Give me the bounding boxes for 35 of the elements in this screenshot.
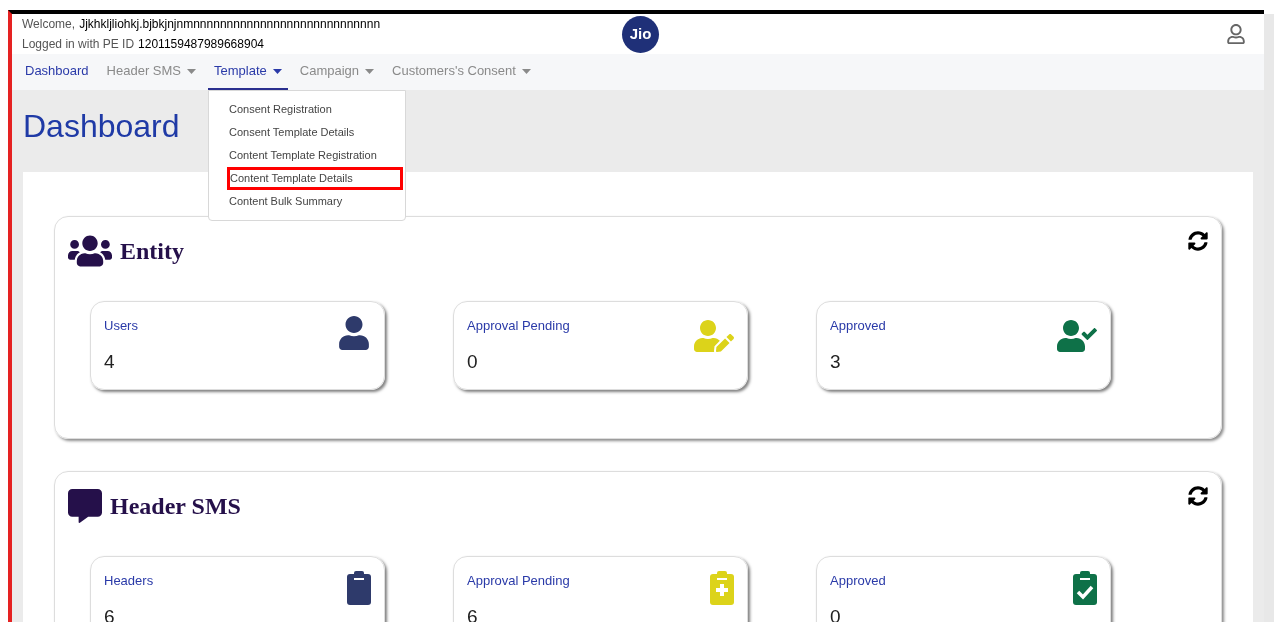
caret-icon [365,68,375,74]
menu-item[interactable]: Content Bulk Summary [209,190,406,213]
stat-label: Approved [830,317,886,335]
caret-icon [521,68,531,74]
nav-tab[interactable]: Dashboard [19,54,95,90]
user-name: Jjkhkljliohkj.bjbkjnjnmnnnnnnnnnnnnnnnnnnnnnnnnnnnn [79,16,381,33]
logo: Jio [622,15,659,53]
section-title: Entity [120,237,184,266]
stat-value: 6 [467,604,479,622]
menu-item[interactable]: Consent Registration [209,98,406,121]
profile-icon[interactable] [1226,24,1246,44]
stat-value: 0 [467,349,479,374]
pe-id: 1201159487989668904 [138,36,264,53]
refresh-icon[interactable] [1188,486,1208,506]
caret-icon [187,68,197,74]
stat-label: Approval Pending [467,317,570,335]
caret-icon [272,68,282,74]
stat-label: Approved [830,572,886,590]
welcome-label: Welcome, [22,16,76,33]
section-title: Header SMS [110,492,241,521]
menu-item[interactable]: Content Template Details [227,167,404,190]
stat-value: 4 [104,349,116,374]
page-title: Dashboard [23,107,180,146]
menu-item[interactable]: Consent Template Details [209,121,406,144]
refresh-icon[interactable] [1188,231,1208,251]
stat-value: 0 [830,604,842,622]
scrollbar[interactable] [1264,14,1274,622]
menu-item[interactable]: Content Template Registration [209,144,406,167]
pe-id-label: Logged in with PE ID [22,36,135,53]
stat-label: Headers [104,572,154,590]
speech-bubble-icon [68,489,102,523]
stat-value: 6 [104,604,116,622]
stat-label: Approval Pending [467,572,570,590]
stat-label: Users [104,317,138,335]
stat-value: 3 [830,349,842,374]
